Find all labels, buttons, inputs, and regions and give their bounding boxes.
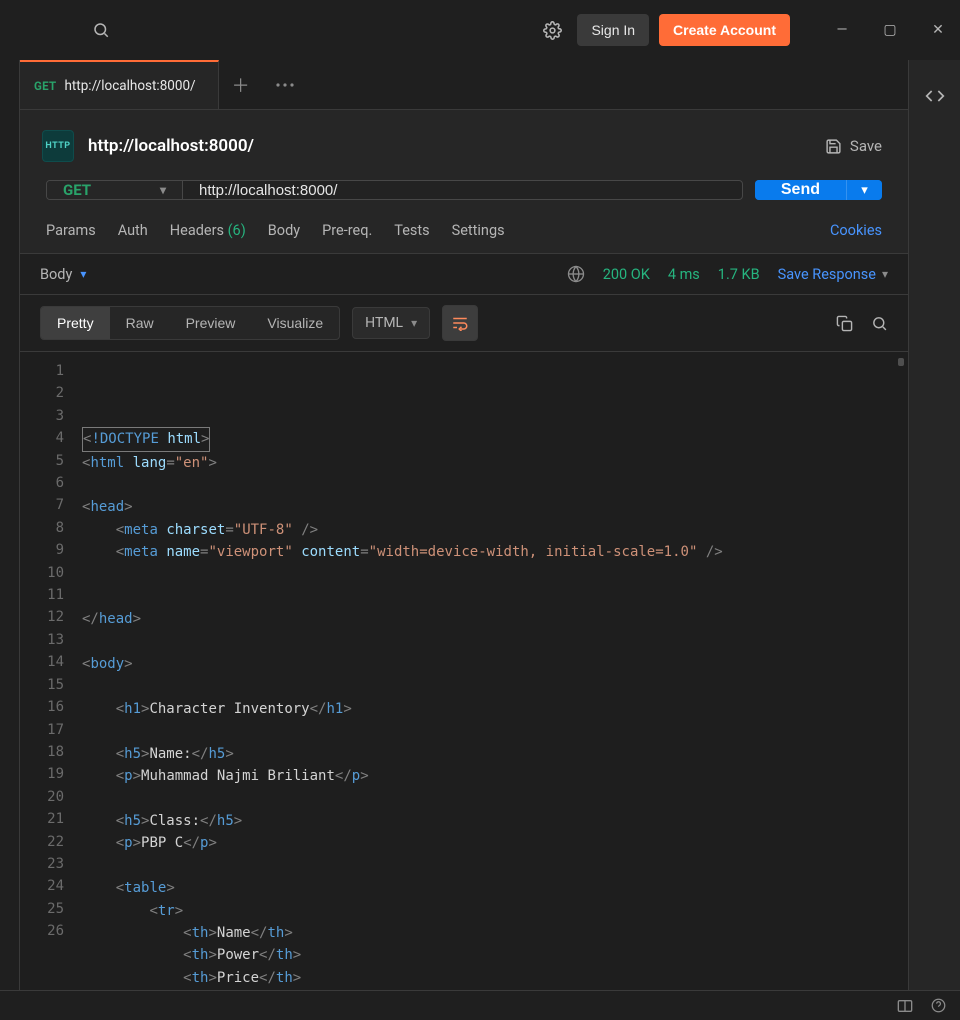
send-dropdown[interactable]: ▾ (846, 180, 882, 200)
gear-icon[interactable] (537, 15, 567, 45)
search-icon[interactable] (86, 15, 116, 45)
chevron-down-icon: ▾ (80, 267, 86, 281)
code-snippet-icon[interactable] (925, 86, 945, 106)
chevron-down-icon: ▾ (160, 183, 166, 197)
globe-icon[interactable] (567, 265, 585, 283)
window-minimize-icon[interactable]: — (834, 22, 850, 38)
tab-headers[interactable]: Headers (6) (170, 222, 246, 239)
window-close-icon[interactable]: ✕ (930, 22, 946, 38)
headers-count: (6) (228, 222, 246, 239)
view-preview[interactable]: Preview (170, 307, 252, 339)
save-label: Save (850, 137, 882, 155)
chevron-down-icon: ▾ (411, 316, 417, 330)
status-bar (0, 990, 960, 1020)
response-meta: Body ▾ 200 OK 4 ms 1.7 KB Save Response … (20, 254, 908, 295)
scrollbar-thumb[interactable] (898, 358, 904, 366)
new-tab-button[interactable]: ＋ (219, 60, 263, 109)
search-response-icon[interactable] (871, 315, 888, 332)
response-status: 200 OK (603, 266, 650, 283)
request-tab[interactable]: GET http://localhost:8000/ (20, 60, 219, 109)
tab-body[interactable]: Body (268, 222, 300, 239)
tab-headers-label: Headers (170, 222, 224, 239)
http-icon: HTTP (42, 130, 74, 162)
tab-overflow-icon[interactable] (263, 60, 307, 109)
response-size: 1.7 KB (718, 266, 760, 283)
response-section-select[interactable]: Body ▾ (40, 266, 86, 283)
line-gutter: 1234567891011121314151617181920212223242… (20, 352, 76, 990)
right-rail (908, 60, 960, 990)
send-button[interactable]: Send (755, 180, 846, 200)
response-section-label: Body (40, 266, 72, 283)
request-subtabs: Params Auth Headers (6) Body Pre-req. Te… (20, 216, 908, 254)
copy-icon[interactable] (836, 315, 853, 332)
tab-tests[interactable]: Tests (394, 222, 429, 239)
request-title: http://localhost:8000/ (88, 136, 254, 156)
cookies-link[interactable]: Cookies (830, 222, 882, 239)
save-response-label: Save Response (778, 266, 876, 283)
save-response-button[interactable]: Save Response ▾ (778, 266, 888, 283)
tab-method-badge: GET (34, 79, 56, 93)
titlebar: Sign In Create Account — ▢ ✕ (0, 0, 960, 60)
response-body[interactable]: 1234567891011121314151617181920212223242… (20, 351, 908, 990)
tab-auth[interactable]: Auth (118, 222, 148, 239)
help-icon[interactable] (931, 998, 946, 1013)
save-button[interactable]: Save (825, 137, 882, 155)
view-pretty[interactable]: Pretty (41, 307, 110, 339)
tab-title: http://localhost:8000/ (64, 78, 195, 94)
tab-settings[interactable]: Settings (452, 222, 505, 239)
create-account-button[interactable]: Create Account (659, 14, 790, 46)
response-time: 4 ms (668, 266, 700, 283)
method-select[interactable]: GET ▾ (47, 181, 183, 199)
url-input[interactable] (183, 181, 742, 199)
tab-prereq[interactable]: Pre-req. (322, 222, 372, 239)
language-select[interactable]: HTML ▾ (352, 307, 430, 339)
view-raw[interactable]: Raw (110, 307, 170, 339)
window-maximize-icon[interactable]: ▢ (882, 22, 898, 38)
language-label: HTML (365, 315, 403, 331)
code-area[interactable]: <!DOCTYPE html><html lang="en"><head> <m… (76, 352, 908, 990)
tab-strip: GET http://localhost:8000/ ＋ (20, 60, 908, 110)
sign-in-button[interactable]: Sign In (577, 14, 649, 46)
panel-layout-icon[interactable] (897, 999, 913, 1013)
view-visualize[interactable]: Visualize (251, 307, 339, 339)
wrap-lines-icon[interactable] (442, 305, 478, 341)
left-rail (0, 60, 20, 990)
chevron-down-icon: ▾ (882, 267, 888, 281)
url-bar: GET ▾ (46, 180, 743, 200)
view-mode-segment: Pretty Raw Preview Visualize (40, 306, 340, 340)
tab-params[interactable]: Params (46, 222, 96, 239)
method-value: GET (63, 181, 91, 199)
